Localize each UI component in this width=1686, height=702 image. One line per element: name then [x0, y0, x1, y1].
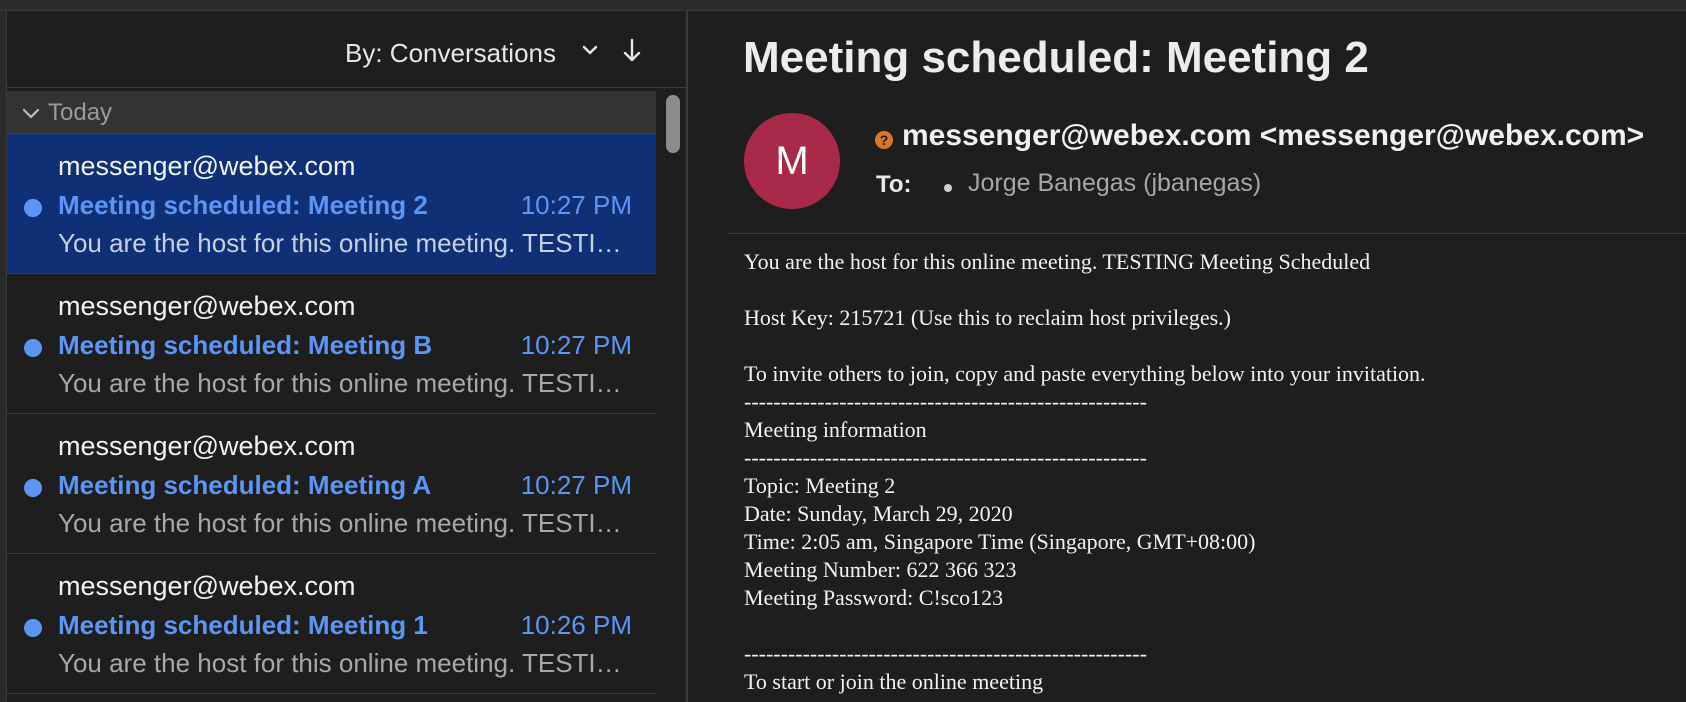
message-preview: You are the host for this online meeting… [58, 508, 638, 538]
email-body: You are the host for this online meeting… [744, 248, 1674, 696]
body-line: To invite others to join, copy and paste… [744, 361, 1426, 386]
email-recipient[interactable]: Jorge Banegas (jbanegas) [968, 169, 1261, 198]
body-line: Host Key: 215721 (Use this to reclaim ho… [744, 305, 1231, 330]
message-preview: You are the host for this online meeting… [58, 228, 638, 258]
body-line: To start or join the online meeting [744, 669, 1044, 694]
scrollbar-thumb[interactable] [666, 95, 680, 153]
unread-dot-icon [24, 619, 42, 637]
message-time: 10:27 PM [520, 470, 632, 500]
scrollbar-track[interactable] [658, 91, 684, 702]
body-line: ----------------------------------------… [744, 445, 1147, 470]
avatar[interactable]: M [744, 113, 840, 209]
window-top-bar [0, 0, 1686, 11]
email-from[interactable]: messenger@webex.com <messenger@webex.com… [902, 119, 1644, 153]
unread-dot-icon [24, 479, 42, 497]
body-line: Topic: Meeting 2 [744, 473, 896, 498]
message-subject: Meeting scheduled: Meeting A [58, 470, 432, 500]
pane-edge [0, 11, 7, 702]
reading-pane: Meeting scheduled: Meeting 2 M ? messeng… [688, 11, 1686, 702]
message-list: messenger@webex.com Meeting scheduled: M… [7, 134, 656, 694]
unread-dot-icon [24, 199, 42, 217]
message-time: 10:27 PM [520, 190, 632, 220]
body-line: Meeting Password: C!sco123 [744, 585, 1004, 610]
message-time: 10:27 PM [520, 330, 632, 360]
message-sender: messenger@webex.com [58, 151, 356, 181]
to-label: To: [876, 171, 912, 198]
recipient-bullet-icon [944, 184, 952, 192]
body-line: Meeting information [744, 417, 927, 442]
sort-dropdown[interactable]: By: Conversations [345, 38, 556, 69]
sort-down-arrow-icon[interactable] [619, 37, 645, 65]
message-subject: Meeting scheduled: Meeting 2 [58, 190, 428, 220]
message-item[interactable]: messenger@webex.com Meeting scheduled: M… [7, 554, 656, 694]
message-sender: messenger@webex.com [58, 571, 356, 601]
sort-bar: By: Conversations [7, 11, 686, 88]
body-line: ----------------------------------------… [744, 389, 1147, 414]
message-subject: Meeting scheduled: Meeting 1 [58, 610, 428, 640]
unread-dot-icon [24, 339, 42, 357]
body-line: You are the host for this online meeting… [744, 249, 1371, 274]
body-line: Time: 2:05 am, Singapore Time (Singapore… [744, 529, 1256, 554]
group-label: Today [48, 99, 113, 126]
warning-icon[interactable]: ? [875, 131, 893, 149]
message-item-selected[interactable]: messenger@webex.com Meeting scheduled: M… [7, 134, 656, 274]
group-header-today[interactable]: Today [7, 91, 656, 134]
divider [728, 233, 1686, 234]
body-line: Meeting Number: 622 366 323 [744, 557, 1017, 582]
message-item[interactable]: messenger@webex.com Meeting scheduled: M… [7, 414, 656, 554]
message-list-pane: By: Conversations Today messenger@webex.… [0, 11, 688, 702]
message-sender: messenger@webex.com [58, 291, 356, 321]
message-item[interactable]: messenger@webex.com Meeting scheduled: M… [7, 274, 656, 414]
message-preview: You are the host for this online meeting… [58, 648, 638, 678]
message-time: 10:26 PM [520, 610, 632, 640]
message-subject: Meeting scheduled: Meeting B [58, 330, 433, 360]
email-subject: Meeting scheduled: Meeting 2 [743, 33, 1369, 82]
message-sender: messenger@webex.com [58, 431, 356, 461]
body-line: Date: Sunday, March 29, 2020 [744, 501, 1013, 526]
group-collapse-icon[interactable] [20, 102, 42, 124]
body-line [744, 612, 1674, 640]
body-line [744, 332, 1674, 360]
chevron-down-icon[interactable] [579, 39, 601, 61]
message-preview: You are the host for this online meeting… [58, 368, 638, 398]
body-line: ----------------------------------------… [744, 641, 1147, 666]
body-line [744, 276, 1674, 304]
